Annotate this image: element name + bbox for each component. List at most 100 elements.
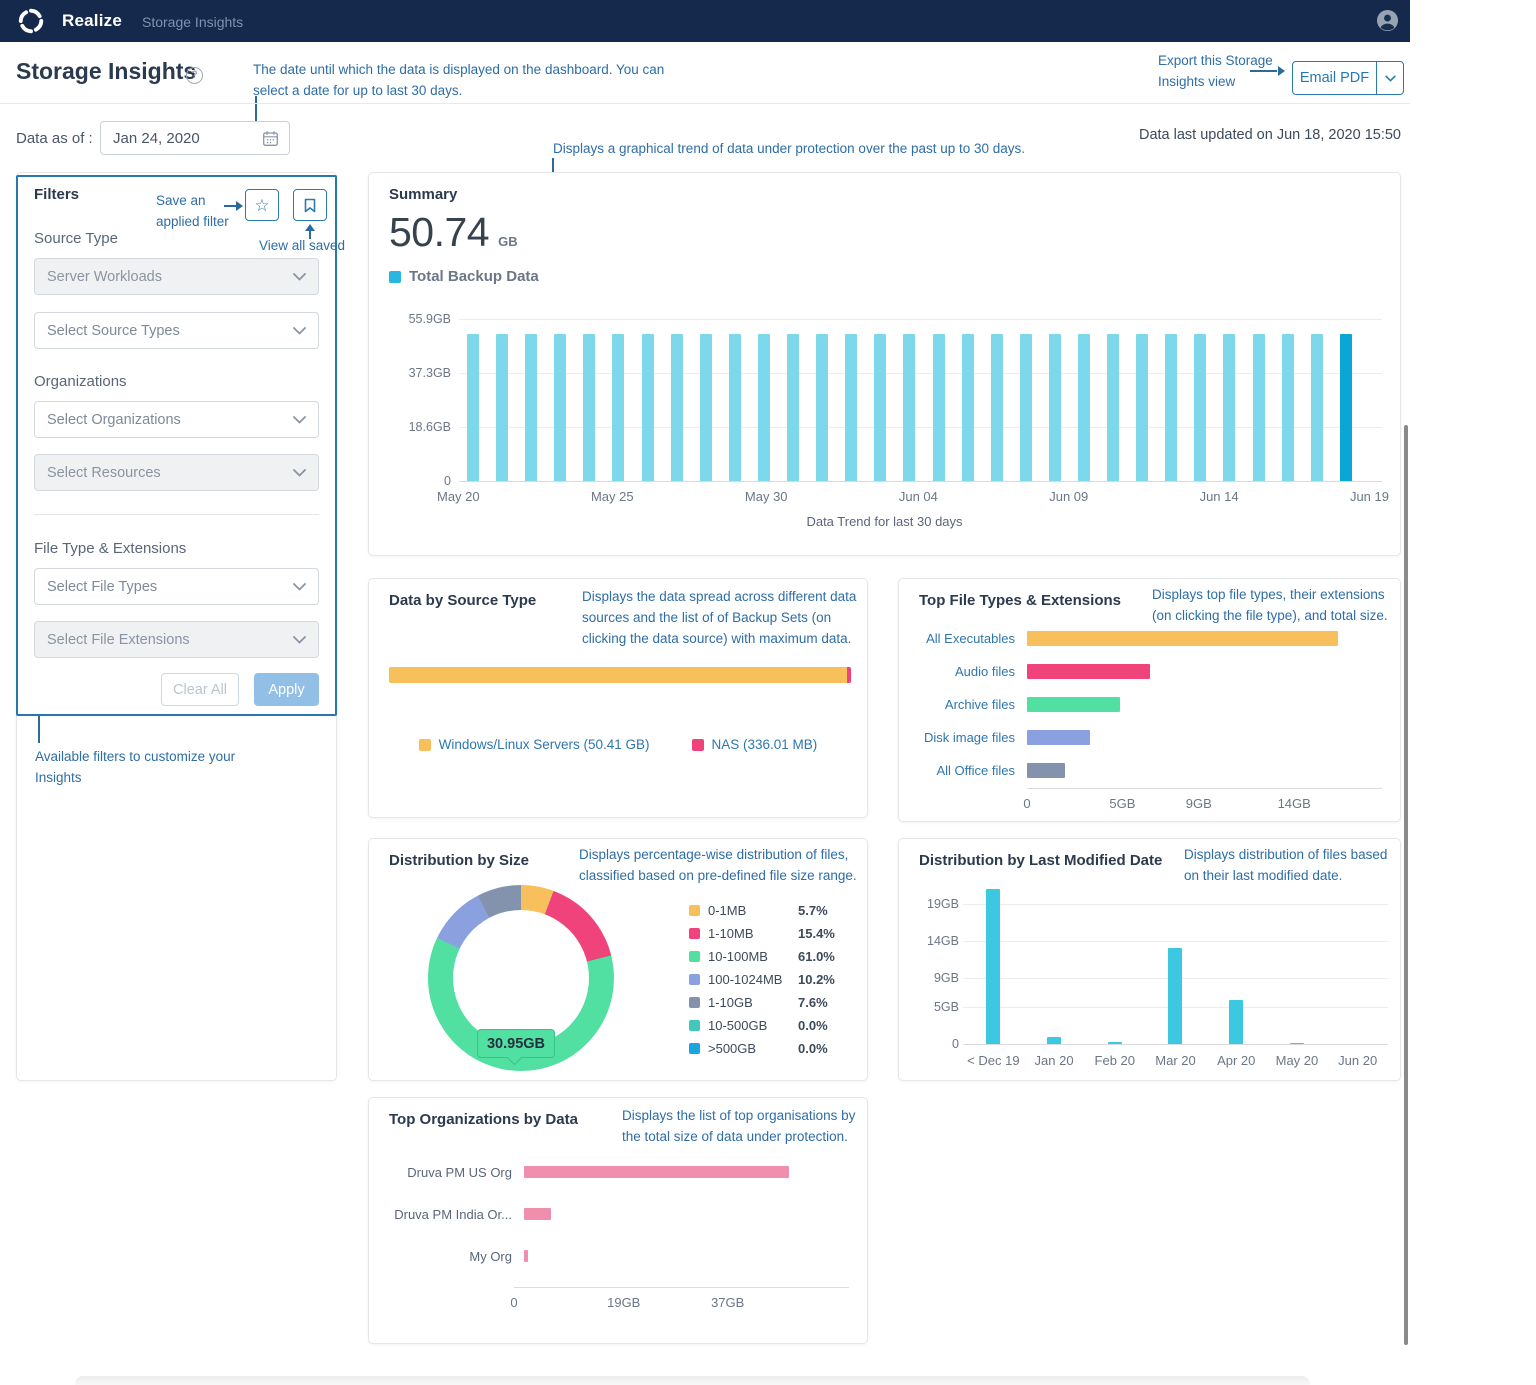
legend-swatch	[689, 997, 700, 1008]
summary-bar[interactable]	[1165, 334, 1177, 481]
y-axis-label: 5GB	[934, 1000, 959, 1014]
file-extensions-dropdown[interactable]: Select File Extensions	[34, 621, 319, 658]
summary-bar[interactable]	[1136, 334, 1148, 481]
summary-bar[interactable]	[962, 334, 974, 481]
summary-bar[interactable]	[816, 334, 828, 481]
legend-item[interactable]: 10-100MB61.0%	[689, 945, 835, 968]
chart-row: My Org	[389, 1250, 847, 1262]
x-axis-label: Jan 20	[1024, 1053, 1085, 1068]
bar[interactable]	[1027, 763, 1065, 778]
summary-bar[interactable]	[583, 334, 595, 481]
scrollbar-thumb[interactable]	[1404, 425, 1408, 1345]
x-axis-label: Jun 14	[1200, 489, 1239, 504]
bar[interactable]	[1047, 1037, 1061, 1044]
summary-bar[interactable]	[642, 334, 654, 481]
summary-bar[interactable]	[874, 334, 886, 481]
summary-bar[interactable]	[700, 334, 712, 481]
summary-bar[interactable]	[612, 334, 624, 481]
x-axis-label: Jun 09	[1049, 489, 1088, 504]
summary-bar[interactable]	[1253, 334, 1265, 481]
bar-category-label[interactable]: All Executables	[919, 631, 1027, 646]
bar[interactable]	[1108, 1042, 1122, 1044]
summary-bar[interactable]	[496, 334, 508, 481]
summary-bar[interactable]	[1282, 334, 1294, 481]
legend-label: 1-10GB	[708, 995, 798, 1010]
summary-bar[interactable]	[1340, 334, 1352, 481]
bar[interactable]	[1027, 631, 1338, 646]
summary-bar[interactable]	[467, 334, 479, 481]
x-axis-label: 0	[510, 1295, 517, 1310]
summary-bar[interactable]	[1223, 334, 1235, 481]
summary-bar[interactable]	[1194, 334, 1206, 481]
date-picker-input[interactable]: Jan 24, 2020	[100, 121, 290, 155]
legend-item[interactable]: 10-500GB0.0%	[689, 1014, 835, 1037]
source-types-placeholder: Select Source Types	[47, 323, 180, 339]
bar-category-label[interactable]: Disk image files	[919, 730, 1027, 745]
bar-segment[interactable]	[389, 667, 847, 683]
summary-bar[interactable]	[671, 334, 683, 481]
resources-dropdown[interactable]: Select Resources	[34, 454, 319, 491]
clear-all-button[interactable]: Clear All	[161, 673, 239, 706]
bar[interactable]	[1027, 697, 1120, 712]
summary-bar[interactable]	[525, 334, 537, 481]
legend-item[interactable]: NAS (336.01 MB)	[692, 737, 818, 752]
bar[interactable]	[524, 1250, 528, 1262]
bar[interactable]	[1168, 948, 1182, 1044]
user-avatar-icon[interactable]	[1376, 9, 1399, 32]
help-icon[interactable]: ?	[186, 67, 203, 84]
file-types-dropdown[interactable]: Select File Types	[34, 568, 319, 605]
email-pdf-button[interactable]: Email PDF	[1293, 62, 1376, 94]
summary-bar[interactable]	[729, 334, 741, 481]
organizations-dropdown[interactable]: Select Organizations	[34, 401, 319, 438]
brand-name[interactable]: Realize	[62, 11, 122, 31]
apply-button[interactable]: Apply	[254, 673, 319, 706]
summary-bar[interactable]	[787, 334, 799, 481]
bar[interactable]	[524, 1166, 789, 1178]
app-window: Realize Storage Insights Storage Insight…	[0, 0, 1536, 1385]
summary-bar[interactable]	[1049, 334, 1061, 481]
legend-item[interactable]: 0-1MB5.7%	[689, 899, 835, 922]
source-type-bar	[389, 667, 851, 683]
legend-swatch	[689, 1043, 700, 1054]
summary-bar[interactable]	[1311, 334, 1323, 481]
legend-item[interactable]: 1-10MB15.4%	[689, 922, 835, 945]
bar[interactable]	[986, 889, 1000, 1044]
summary-bar[interactable]	[991, 334, 1003, 481]
x-axis-label: May 20	[437, 489, 480, 504]
bar-category-label[interactable]: Archive files	[919, 697, 1027, 712]
bar[interactable]	[1027, 664, 1150, 679]
legend-item[interactable]: 1-10GB7.6%	[689, 991, 835, 1014]
legend-item[interactable]: >500GB0.0%	[689, 1037, 835, 1060]
summary-bar[interactable]	[903, 334, 915, 481]
source-types-dropdown[interactable]: Select Source Types	[34, 312, 319, 349]
bar[interactable]	[1290, 1043, 1304, 1044]
annotation-size-distribution: Displays percentage-wise distribution of…	[579, 845, 869, 887]
bar-segment[interactable]	[847, 667, 851, 683]
x-axis-label: Jun 20	[1327, 1053, 1388, 1068]
bar-category-label[interactable]: All Office files	[919, 763, 1027, 778]
chart-column	[986, 883, 1000, 1044]
view-saved-filters-button[interactable]	[293, 189, 327, 221]
legend-item[interactable]: Windows/Linux Servers (50.41 GB)	[419, 737, 650, 752]
bar[interactable]	[1027, 730, 1090, 745]
summary-bar[interactable]	[1107, 334, 1119, 481]
y-axis-label: 37.3GB	[409, 366, 451, 380]
summary-bar[interactable]	[1020, 334, 1032, 481]
summary-bar[interactable]	[758, 334, 770, 481]
summary-bar[interactable]	[933, 334, 945, 481]
summary-bar[interactable]	[845, 334, 857, 481]
summary-bar[interactable]	[554, 334, 566, 481]
email-pdf-dropdown-toggle[interactable]	[1376, 62, 1403, 94]
bar-category-label[interactable]: Audio files	[919, 664, 1027, 679]
email-pdf-split-button[interactable]: Email PDF	[1292, 61, 1404, 95]
bar[interactable]	[524, 1208, 551, 1220]
x-axis-label: 5GB	[1109, 796, 1135, 811]
save-filter-button[interactable]: ☆	[245, 189, 279, 221]
y-axis-label: 55.9GB	[409, 312, 451, 326]
summary-plot	[459, 319, 1382, 481]
calendar-icon[interactable]	[262, 130, 279, 147]
bar[interactable]	[1229, 1000, 1243, 1044]
server-workloads-dropdown[interactable]: Server Workloads	[34, 258, 319, 295]
legend-item[interactable]: 100-1024MB10.2%	[689, 968, 835, 991]
summary-bar[interactable]	[1078, 334, 1090, 481]
